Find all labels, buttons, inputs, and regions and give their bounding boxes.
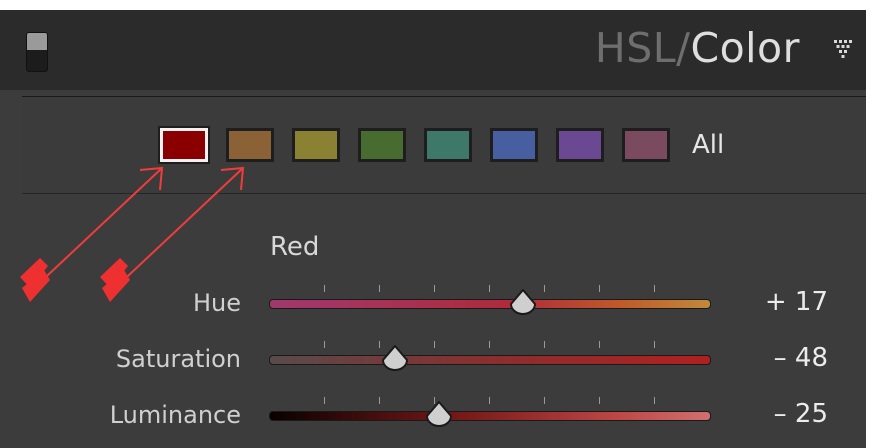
annotation-arrow-2 — [112, 166, 245, 291]
annotation-arrow-fletching — [20, 258, 130, 302]
annotation-arrow-1 — [31, 166, 164, 291]
annotation-arrows — [20, 166, 245, 302]
